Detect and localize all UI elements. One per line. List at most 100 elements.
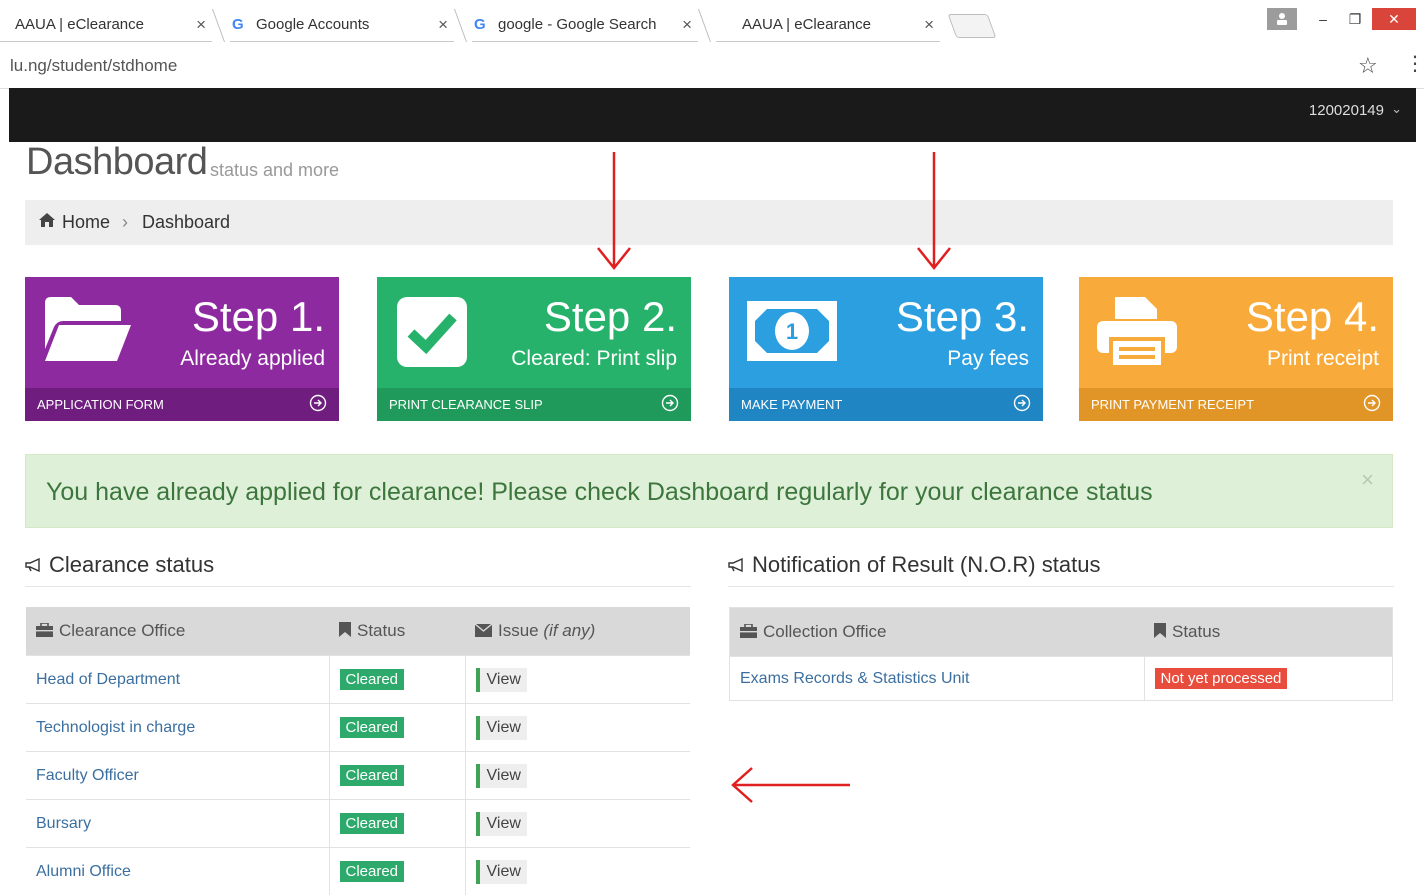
step-subtitle: Cleared: Print slip (511, 347, 677, 371)
status-badge: Cleared (340, 669, 405, 690)
table-header-row: Clearance Office Status Issue (if any) (26, 607, 690, 656)
column-label: Status (1172, 622, 1220, 641)
clearance-table: Clearance Office Status Issue (if any) H… (26, 607, 690, 895)
table-row: Exams Records & Statistics Unit Not yet … (730, 657, 1393, 701)
tab-close-icon[interactable]: × (924, 15, 934, 35)
view-button[interactable]: View (476, 716, 527, 740)
card-footer-label: PRINT PAYMENT RECEIPT (1091, 397, 1254, 412)
page-subtitle: status and more (210, 160, 339, 181)
bookmark-icon (339, 622, 351, 637)
briefcase-icon (36, 623, 53, 637)
money-bill-icon: 1 (747, 295, 837, 370)
annotation-arrow-left-icon (730, 766, 852, 806)
view-button[interactable]: View (476, 668, 527, 692)
google-icon: G (474, 16, 490, 32)
office-link[interactable]: Head of Department (36, 671, 180, 688)
folder-open-icon (43, 295, 133, 370)
tab-title: AAUA | eClearance (742, 16, 871, 33)
breadcrumb-separator-icon: › (122, 212, 128, 233)
annotation-arrow-down-icon (916, 152, 952, 272)
arrow-circle-right-icon (661, 394, 679, 412)
step-card-application: Step 1. Already applied APPLICATION FORM (25, 277, 339, 421)
view-button[interactable]: View (476, 812, 527, 836)
arrow-circle-right-icon (1013, 394, 1031, 412)
bookmark-star-icon[interactable]: ☆ (1358, 53, 1378, 79)
table-row: Bursary Cleared View (26, 800, 690, 848)
breadcrumb-home-link[interactable]: Home (62, 212, 110, 233)
application-form-link[interactable]: APPLICATION FORM (25, 388, 339, 421)
close-icon[interactable]: × (1361, 467, 1374, 493)
status-badge: Cleared (340, 765, 405, 786)
view-button[interactable]: View (476, 860, 527, 884)
step-title: Step 3. (896, 293, 1029, 341)
column-label: Status (357, 621, 405, 640)
print-clearance-slip-link[interactable]: PRINT CLEARANCE SLIP (377, 388, 691, 421)
browser-tab-2[interactable]: G Google Accounts × (230, 9, 454, 42)
restore-icon[interactable]: ❐ (1342, 8, 1368, 30)
tab-close-icon[interactable]: × (438, 15, 448, 35)
bullhorn-icon (728, 558, 746, 572)
briefcase-icon (740, 624, 757, 638)
step-subtitle: Print receipt (1267, 347, 1379, 371)
step-title: Step 2. (544, 293, 677, 341)
tab-title: google - Google Search (498, 16, 656, 33)
breadcrumb-current: Dashboard (142, 212, 230, 233)
nor-table: Collection Office Status Exams Records &… (729, 607, 1393, 701)
column-label: Clearance Office (59, 621, 185, 640)
nor-status-heading: Notification of Result (N.O.R) status (728, 552, 1394, 587)
user-profile-icon[interactable] (1267, 8, 1297, 30)
status-badge: Not yet processed (1155, 668, 1288, 689)
step-card-clearance-slip: Step 2. Cleared: Print slip PRINT CLEARA… (377, 277, 691, 421)
annotation-arrow-down-icon (596, 152, 632, 272)
column-header-issue: Issue (if any) (465, 607, 690, 656)
svg-text:1: 1 (786, 319, 798, 344)
top-navbar: 120020149 ⌄ (9, 88, 1416, 142)
user-menu[interactable]: 120020149 (1309, 102, 1384, 119)
tab-divider (698, 9, 711, 42)
breadcrumb: Home › Dashboard (25, 200, 1393, 245)
office-link[interactable]: Faculty Officer (36, 767, 139, 784)
table-row: Technologist in charge Cleared View (26, 704, 690, 752)
tab-close-icon[interactable]: × (682, 15, 692, 35)
office-link[interactable]: Alumni Office (36, 863, 131, 880)
arrow-circle-right-icon (1363, 394, 1381, 412)
browser-menu-icon[interactable]: ⋮ (1405, 54, 1424, 74)
tab-close-icon[interactable]: × (196, 15, 206, 35)
table-row: Faculty Officer Cleared View (26, 752, 690, 800)
chevron-down-icon[interactable]: ⌄ (1391, 101, 1402, 117)
section-title: Clearance status (49, 552, 214, 577)
office-link[interactable]: Exams Records & Statistics Unit (740, 670, 969, 687)
browser-tab-1[interactable]: AAUA | eClearance × (0, 9, 212, 42)
bullhorn-icon (25, 558, 43, 572)
home-icon (39, 213, 55, 232)
column-header-office: Clearance Office (26, 607, 329, 656)
view-button[interactable]: View (476, 764, 527, 788)
column-label: Issue (498, 621, 539, 640)
browser-tab-3[interactable]: G google - Google Search × (472, 9, 698, 42)
column-label: Collection Office (763, 622, 886, 641)
envelope-icon (475, 624, 492, 637)
office-link[interactable]: Bursary (36, 815, 91, 832)
make-payment-link[interactable]: MAKE PAYMENT (729, 388, 1043, 421)
new-tab-button[interactable] (948, 14, 997, 38)
table-row: Alumni Office Cleared View (26, 848, 690, 895)
close-window-icon[interactable]: ✕ (1372, 8, 1416, 30)
printer-icon (1097, 295, 1187, 370)
column-header-status: Status (329, 607, 465, 656)
browser-tab-4[interactable]: AAUA | eClearance × (716, 9, 940, 42)
browser-tab-bar: AAUA | eClearance × G Google Accounts × … (0, 0, 1424, 44)
table-header-row: Collection Office Status (730, 608, 1393, 657)
tab-divider (212, 9, 225, 42)
minimize-icon[interactable]: – (1310, 8, 1336, 30)
step-title: Step 4. (1246, 293, 1379, 341)
status-badge: Cleared (340, 813, 405, 834)
office-link[interactable]: Technologist in charge (36, 719, 195, 736)
bookmark-icon (1154, 623, 1166, 638)
google-icon: G (232, 16, 248, 32)
column-header-status: Status (1144, 608, 1393, 657)
print-payment-receipt-link[interactable]: PRINT PAYMENT RECEIPT (1079, 388, 1393, 421)
step-card-receipt: Step 4. Print receipt PRINT PAYMENT RECE… (1079, 277, 1393, 421)
status-badge: Cleared (340, 861, 405, 882)
url-field[interactable]: lu.ng/student/stdhome (10, 56, 177, 76)
card-footer-label: APPLICATION FORM (37, 397, 164, 412)
